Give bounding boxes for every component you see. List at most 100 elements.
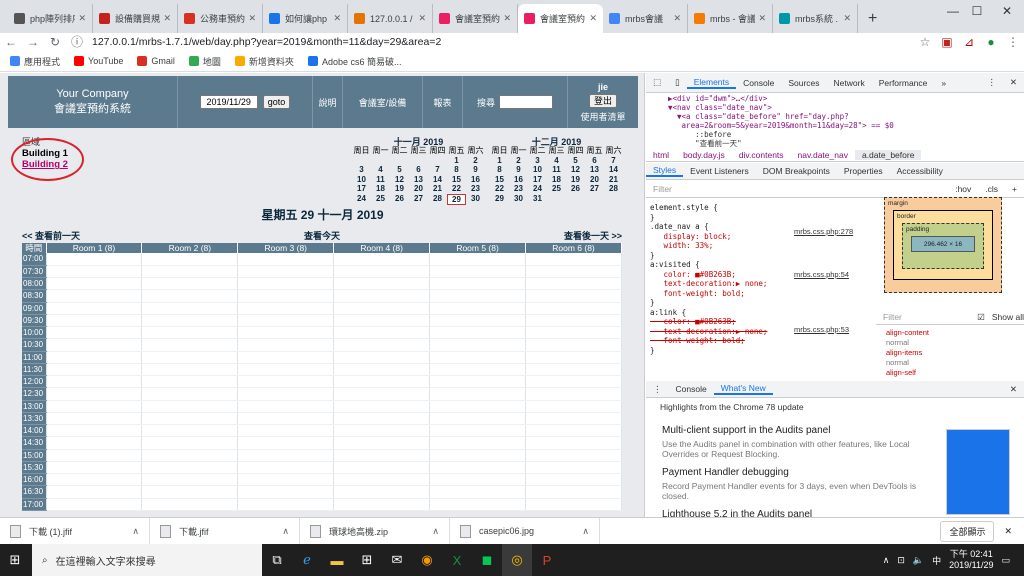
booking-cell[interactable] — [525, 436, 622, 450]
booking-cell[interactable] — [141, 351, 239, 364]
close-window-button[interactable]: ✕ — [984, 0, 1024, 22]
booking-cell[interactable] — [46, 375, 143, 389]
calendar-day[interactable]: 27 — [585, 184, 604, 194]
booking-cell[interactable] — [141, 253, 239, 266]
styles-subtab[interactable]: Accessibility — [890, 166, 950, 176]
ime-indicator[interactable]: 中 — [932, 554, 941, 567]
calendar-day[interactable]: 3 — [528, 156, 547, 166]
pdf-extension-icon[interactable]: ⊿ — [958, 35, 980, 49]
booking-cell[interactable] — [237, 363, 335, 377]
booking-cell[interactable] — [237, 265, 335, 279]
browser-tab[interactable]: php陣列排序✕ — [8, 4, 93, 33]
menu-icon[interactable]: ⋮ — [1002, 35, 1024, 49]
show-all-checkbox[interactable]: ☑ — [970, 312, 992, 323]
reload-icon[interactable]: ↻ — [44, 35, 66, 49]
css-rule-line[interactable]: text-decoration:▶ none; — [650, 279, 870, 289]
help-link[interactable]: 說明 — [313, 76, 343, 128]
booking-cell[interactable] — [429, 314, 527, 328]
booking-cell[interactable] — [429, 302, 527, 315]
booking-cell[interactable] — [141, 375, 239, 389]
tab-close-icon[interactable]: ✕ — [673, 13, 681, 24]
file-explorer-icon[interactable]: ▬ — [322, 544, 352, 576]
booking-cell[interactable] — [237, 314, 335, 328]
booking-cell[interactable] — [429, 265, 527, 279]
booking-cell[interactable] — [46, 436, 143, 450]
booking-cell[interactable] — [429, 498, 527, 511]
booking-cell[interactable] — [333, 277, 431, 291]
booking-cell[interactable] — [141, 424, 239, 438]
booking-cell[interactable] — [141, 485, 239, 499]
browser-tab[interactable]: mrbs會議 ✕ — [603, 4, 688, 33]
booking-cell[interactable] — [141, 338, 239, 352]
calendar-day[interactable]: 4 — [547, 156, 566, 166]
time-label[interactable]: 11:30 — [22, 363, 47, 377]
booking-cell[interactable] — [333, 473, 431, 487]
app-icon[interactable]: ◉ — [412, 544, 442, 576]
calendar-day[interactable]: 17 — [352, 184, 371, 194]
booking-cell[interactable] — [333, 351, 431, 364]
system-name[interactable]: 會議室預約系統 — [54, 100, 131, 116]
url-field[interactable]: 127.0.0.1/mrbs-1.7.1/web/day.php?year=20… — [88, 33, 914, 50]
booking-cell[interactable] — [429, 436, 527, 450]
booking-cell[interactable] — [525, 485, 622, 499]
browser-tab[interactable]: mrbs系統 . ✕ — [773, 4, 858, 33]
calendar-day[interactable]: 8 — [490, 165, 509, 175]
booking-cell[interactable] — [333, 400, 431, 413]
css-rule-line[interactable]: element.style { — [650, 203, 870, 213]
volume-icon[interactable]: 🔈 — [913, 555, 924, 566]
browser-tab[interactable]: 如何讓php ✕ — [263, 4, 348, 33]
booking-cell[interactable] — [237, 277, 335, 291]
calendar-day[interactable]: 14 — [604, 165, 623, 175]
calendar-day[interactable]: 23 — [509, 184, 528, 194]
room-column-header[interactable]: Room 6 (8) — [525, 243, 622, 253]
css-source-3[interactable]: mrbs.css.php:53 — [794, 325, 849, 334]
booking-cell[interactable] — [141, 277, 239, 291]
calendar-day[interactable]: 18 — [547, 175, 566, 185]
booking-cell[interactable] — [333, 424, 431, 438]
drawer-tab[interactable]: What's New — [713, 383, 773, 395]
calendar-day[interactable]: 17 — [528, 175, 547, 185]
line-icon[interactable]: ◼ — [472, 544, 502, 576]
time-label[interactable]: 15:30 — [22, 461, 47, 475]
calendar-day[interactable]: 15 — [447, 175, 466, 185]
mail-icon[interactable]: ✉ — [382, 544, 412, 576]
tab-close-icon[interactable]: ✕ — [589, 13, 597, 24]
css-rule-line[interactable]: width: 33%; — [650, 241, 870, 251]
calendar-day[interactable]: 1 — [490, 156, 509, 166]
calendar-day[interactable]: 31 — [528, 194, 547, 204]
time-label[interactable]: 12:00 — [22, 375, 47, 389]
time-label[interactable]: 08:30 — [22, 289, 47, 303]
chrome-icon[interactable]: ◎ — [502, 544, 532, 576]
bookmark-item[interactable]: Adobe cs6 簡易破... — [307, 55, 401, 68]
calendar-day[interactable]: 10 — [352, 175, 371, 185]
clock[interactable]: 下午 02:41 2019/11/29 — [949, 549, 993, 571]
dom-breadcrumb[interactable]: a.date_before — [854, 150, 922, 160]
room-column-header[interactable]: Room 1 (8) — [46, 243, 143, 253]
calendar-day[interactable]: 22 — [447, 184, 466, 194]
calendar-day[interactable]: 13 — [409, 175, 428, 185]
booking-cell[interactable] — [525, 412, 622, 426]
today-link[interactable]: 查看今天 — [304, 229, 340, 242]
new-tab-button[interactable]: + — [858, 10, 887, 33]
devtools-tab[interactable]: Network — [827, 78, 872, 88]
dom-breadcrumb[interactable]: div.contents — [732, 150, 791, 160]
booking-cell[interactable] — [429, 412, 527, 426]
time-label[interactable]: 10:00 — [22, 326, 47, 340]
calendar-day[interactable]: 6 — [409, 165, 428, 175]
dom-node-line[interactable]: ▼<nav class="date_nav"> — [668, 103, 1018, 112]
booking-cell[interactable] — [429, 485, 527, 499]
devtools-tab[interactable]: » — [934, 78, 953, 88]
booking-cell[interactable] — [237, 326, 335, 340]
booking-cell[interactable] — [46, 412, 143, 426]
info-icon[interactable]: ⓘ — [66, 33, 88, 50]
show-all-downloads-button[interactable]: 全部顯示 — [940, 520, 995, 542]
booking-cell[interactable] — [237, 412, 335, 426]
booking-cell[interactable] — [429, 473, 527, 487]
booking-cell[interactable] — [429, 289, 527, 303]
booking-cell[interactable] — [46, 449, 143, 462]
bookmark-item[interactable]: 地圖 — [188, 55, 221, 68]
browser-tab[interactable]: 會議室預約 ✕ — [518, 4, 603, 33]
next-day-link[interactable]: 查看後一天 >> — [564, 229, 622, 242]
calendar-day[interactable]: 21 — [604, 175, 623, 185]
time-label[interactable]: 15:00 — [22, 449, 47, 462]
